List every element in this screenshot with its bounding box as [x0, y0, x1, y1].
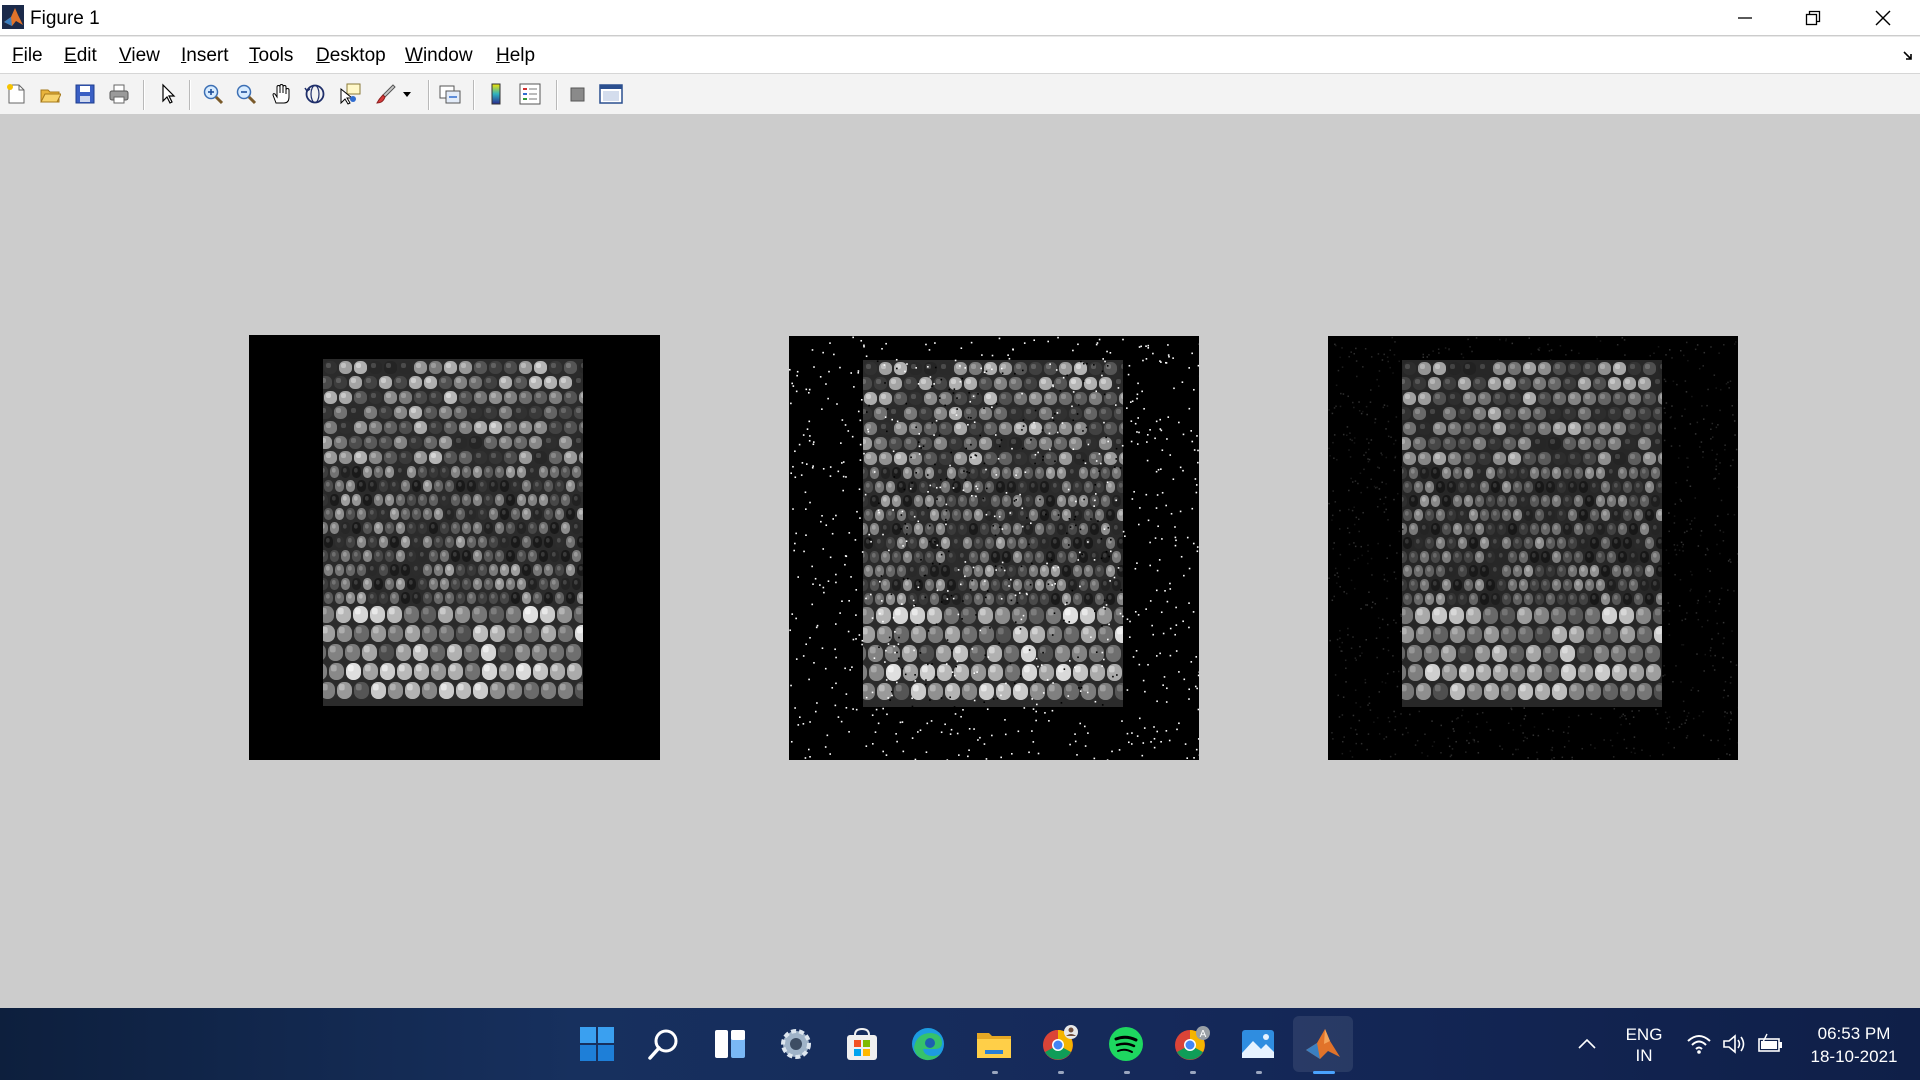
brush-icon[interactable]	[373, 81, 399, 107]
matlab-logo-icon	[2, 5, 24, 29]
menu-view[interactable]: View	[119, 45, 160, 67]
link-plot-icon[interactable]	[437, 81, 463, 107]
menu-edit-accel: E	[64, 45, 77, 66]
menu-tools-label: ools	[258, 45, 294, 66]
clock-date: 18-10-2021	[1810, 1047, 1898, 1066]
pan-hand-icon[interactable]	[268, 81, 294, 107]
microsoft-store-icon[interactable]	[840, 1022, 884, 1066]
menu-tools-accel: T	[249, 45, 259, 66]
svg-text:A: A	[1200, 1029, 1207, 1040]
toolbar-separator	[556, 80, 557, 110]
menu-file[interactable]: File	[12, 45, 43, 67]
axes-original-image[interactable]	[249, 335, 660, 760]
open-file-icon[interactable]	[37, 81, 63, 107]
running-indicator	[1058, 1071, 1064, 1074]
menu-view-accel: V	[119, 45, 132, 66]
zoom-out-icon[interactable]	[233, 81, 259, 107]
running-indicator	[1124, 1071, 1130, 1074]
chrome-profile-2-icon[interactable]: A	[1170, 1022, 1214, 1066]
minimize-icon	[1738, 16, 1752, 19]
task-view-icon[interactable]	[708, 1022, 752, 1066]
close-button[interactable]	[1848, 0, 1918, 35]
photos-icon[interactable]	[1236, 1022, 1280, 1066]
insert-legend-icon[interactable]	[517, 81, 543, 107]
minimize-button[interactable]	[1710, 0, 1780, 35]
toolbar-separator	[189, 80, 190, 110]
menu-file-accel: F	[12, 45, 24, 66]
title-bar: Figure 1	[0, 0, 1920, 35]
menu-window-label: indow	[422, 45, 473, 66]
new-figure-icon[interactable]	[3, 81, 29, 107]
axes-noisy-image[interactable]	[789, 336, 1199, 760]
menu-file-label: ile	[23, 45, 43, 66]
region-code: IN	[1635, 1046, 1653, 1065]
toolbar-separator	[473, 80, 474, 110]
menu-help-accel: H	[496, 45, 510, 66]
language-indicator[interactable]: ENG IN	[1618, 1024, 1670, 1066]
clock[interactable]: 06:53 PM 18-10-2021	[1796, 1022, 1912, 1068]
edge-browser-icon[interactable]	[906, 1022, 950, 1066]
dock-figure-icon[interactable]	[1902, 49, 1914, 67]
menu-edit[interactable]: Edit	[64, 45, 97, 67]
menu-insert-label: nsert	[186, 45, 229, 66]
menu-help-label: elp	[509, 45, 536, 66]
search-icon[interactable]	[642, 1022, 686, 1066]
menu-view-label: iew	[131, 45, 160, 66]
menu-desktop-accel: D	[316, 45, 330, 66]
battery-icon[interactable]	[1750, 1022, 1792, 1066]
data-cursor-icon[interactable]	[337, 81, 363, 107]
show-plot-tools-icon[interactable]	[598, 81, 624, 107]
language-code: ENG	[1625, 1025, 1663, 1044]
close-icon	[1875, 10, 1891, 25]
filtered-image	[1328, 336, 1738, 760]
menu-help[interactable]: Help	[496, 45, 535, 67]
menu-edit-label: dit	[76, 45, 97, 66]
settings-icon[interactable]	[774, 1022, 818, 1066]
window-title: Figure 1	[30, 8, 100, 29]
file-explorer-icon[interactable]	[972, 1022, 1016, 1066]
active-indicator	[1313, 1071, 1335, 1074]
edit-plot-arrow-icon[interactable]	[155, 81, 181, 107]
original-image	[249, 335, 660, 760]
print-figure-icon[interactable]	[106, 81, 132, 107]
noisy-image	[789, 336, 1199, 760]
menu-bar: File Edit View Insert Tools Desktop Wind…	[0, 36, 1920, 73]
restore-button[interactable]	[1778, 0, 1848, 35]
hide-plot-tools-icon[interactable]	[564, 81, 590, 107]
figure-toolbar	[0, 73, 1920, 115]
running-indicator	[1256, 1071, 1262, 1074]
menu-window[interactable]: Window	[405, 45, 473, 67]
menu-desktop-label: esktop	[329, 45, 386, 66]
zoom-in-icon[interactable]	[200, 81, 226, 107]
running-indicator	[992, 1071, 998, 1074]
save-figure-icon[interactable]	[72, 81, 98, 107]
toolbar-separator	[143, 80, 144, 110]
windows-start-icon[interactable]	[575, 1022, 619, 1066]
axes-filtered-image[interactable]	[1328, 336, 1738, 760]
rotate-3d-icon[interactable]	[302, 81, 328, 107]
taskbar: A ENG IN 06:53 PM 18-10-2021	[0, 1008, 1920, 1080]
figure-canvas[interactable]	[0, 114, 1920, 1008]
menu-tools[interactable]: Tools	[249, 45, 293, 67]
clock-time: 06:53 PM	[1817, 1024, 1891, 1043]
chrome-profile-1-icon[interactable]	[1038, 1022, 1082, 1066]
running-indicator	[1190, 1071, 1196, 1074]
menu-window-accel: W	[405, 45, 423, 66]
show-hidden-icons-icon[interactable]	[1565, 1022, 1609, 1066]
matlab-icon[interactable]	[1301, 1022, 1345, 1066]
restore-icon	[1805, 10, 1821, 25]
toolbar-separator	[428, 80, 429, 110]
spotify-icon[interactable]	[1104, 1022, 1148, 1066]
insert-colorbar-icon[interactable]	[483, 81, 509, 107]
menu-insert[interactable]: Insert	[181, 45, 229, 67]
brush-dropdown-icon[interactable]	[400, 81, 414, 107]
menu-desktop[interactable]: Desktop	[316, 45, 386, 67]
